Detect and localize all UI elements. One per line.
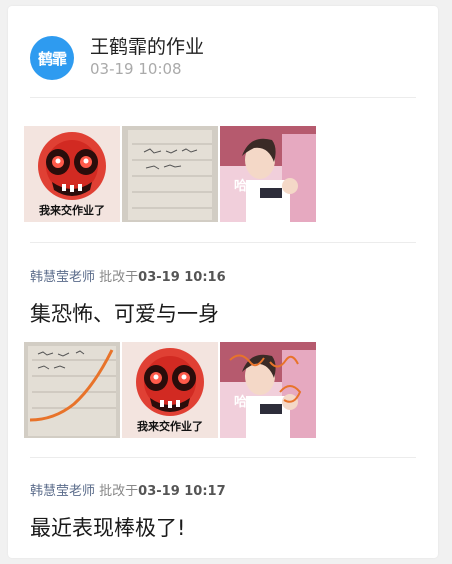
homework-card: 鹤霏 王鹤霏的作业 03-19 10:08 我来交作业了 哈 韩慧莹老师 批改于… bbox=[8, 6, 438, 558]
attachment-skull-meme[interactable]: 我来交作业了 bbox=[24, 126, 120, 222]
divider bbox=[30, 242, 416, 243]
divider bbox=[30, 457, 416, 458]
image-caption: 我来交作业了 bbox=[137, 420, 203, 433]
teacher-name[interactable]: 韩慧莹老师 bbox=[30, 270, 95, 285]
divider bbox=[30, 97, 416, 98]
comment-action: 批改于 bbox=[95, 270, 139, 285]
idol-photo-image bbox=[220, 126, 316, 222]
notebook-page-image bbox=[122, 126, 218, 222]
attachment-idol-photo-annotated[interactable]: 哈 bbox=[220, 342, 316, 438]
comment-meta: 韩慧莹老师 批改于03-19 10:16 bbox=[30, 266, 226, 285]
comment-text: 最近表现棒极了! bbox=[30, 516, 186, 540]
teacher-name[interactable]: 韩慧莹老师 bbox=[30, 484, 95, 499]
comment-action: 批改于 bbox=[95, 484, 139, 499]
comment-time: 03-19 10:16 bbox=[138, 270, 226, 285]
idol-photo-annotated-image bbox=[220, 342, 316, 438]
attachment-idol-photo[interactable]: 哈 bbox=[220, 126, 316, 222]
graded-notebook-image bbox=[24, 342, 120, 438]
avatar[interactable]: 鹤霏 bbox=[30, 36, 74, 80]
image-caption: 我来交作业了 bbox=[39, 204, 105, 217]
author-name: 王鹤霏的作业 bbox=[90, 36, 205, 58]
attachment-notebook[interactable] bbox=[122, 126, 218, 222]
post-timestamp: 03-19 10:08 bbox=[90, 60, 182, 78]
image-caption: 哈 bbox=[234, 179, 248, 194]
comment-text: 集恐怖、可爱与一身 bbox=[30, 302, 219, 326]
image-caption: 哈 bbox=[234, 395, 248, 410]
attachment-skull-meme[interactable]: 我来交作业了 bbox=[122, 342, 218, 438]
comment-meta: 韩慧莹老师 批改于03-19 10:17 bbox=[30, 480, 226, 499]
attachment-graded-notebook[interactable] bbox=[24, 342, 120, 438]
comment-time: 03-19 10:17 bbox=[138, 484, 226, 499]
